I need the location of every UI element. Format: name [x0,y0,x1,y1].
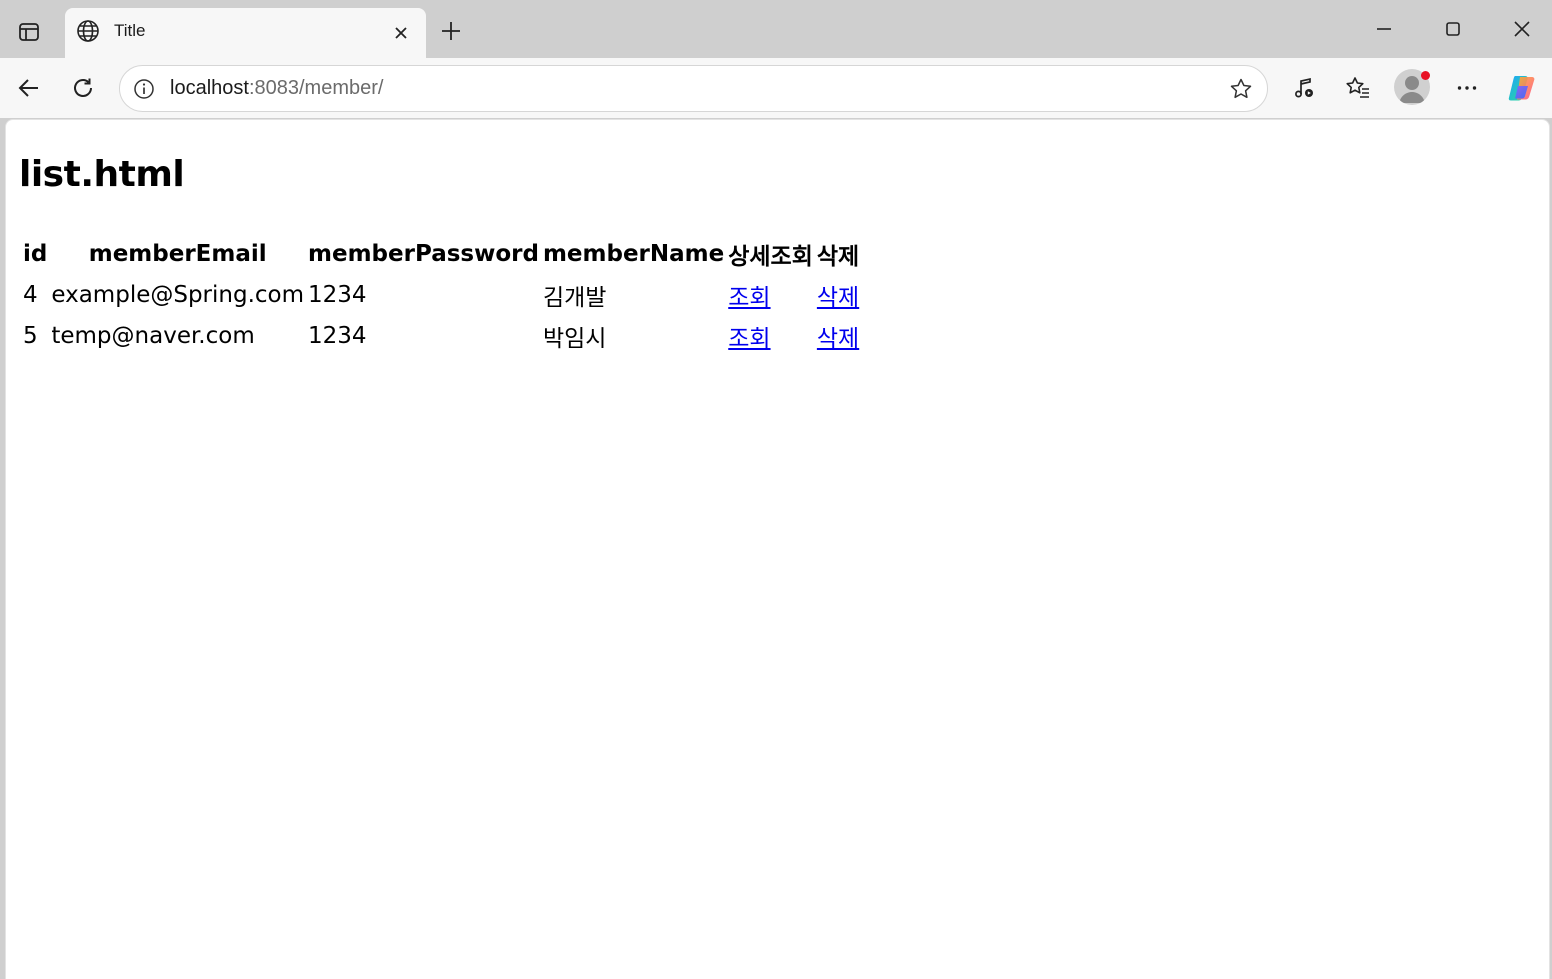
cell-name: 김개발 [542,284,607,311]
cell-name: 박임시 [542,325,607,352]
delete-link[interactable]: 삭제 [817,285,859,311]
url-host: localhost [170,77,249,99]
star-icon[interactable] [1227,75,1255,103]
info-icon[interactable] [130,75,158,103]
header-id: id [23,240,48,267]
detail-link[interactable]: 조회 [728,285,770,311]
cell-id: 4 [23,281,38,308]
maximize-icon[interactable] [1433,12,1473,46]
table-row: 5 temp@naver.com 1234 박임시 조회 삭제 [23,316,859,355]
header-detail: 상세조회 [728,243,813,270]
table-row: 4 example@Spring.com 1234 김개발 조회 삭제 [23,275,859,314]
cell-email: example@Spring.com [51,281,305,308]
globe-icon [75,18,101,44]
tab-active[interactable]: Title [65,8,426,58]
favorites-icon[interactable] [1340,70,1376,106]
cell-detail: 조회 [728,275,813,314]
delete-link[interactable]: 삭제 [817,326,859,352]
more-icon[interactable] [1449,70,1485,106]
url-path: :8083/member/ [248,77,384,99]
notification-dot [1421,71,1430,80]
header-delete: 삭제 [816,243,860,270]
cell-id: 5 [23,322,38,349]
table-header-row: id memberEmail memberPassword memberName… [23,234,859,273]
cell-password: 1234 [308,281,367,308]
new-tab-plus-icon[interactable] [436,16,466,46]
close-window-icon[interactable] [1502,12,1542,46]
close-tab-icon[interactable] [387,19,415,47]
tab-title: Title [114,21,146,40]
browser-toolbar: localhost:8083/member/ [0,58,1552,118]
header-member-email: memberEmail [88,240,267,267]
member-table: id memberEmail memberPassword memberName… [19,232,863,357]
address-bar[interactable]: localhost:8083/member/ [119,65,1268,112]
cell-delete: 삭제 [817,316,859,355]
cell-delete: 삭제 [817,275,859,314]
sidebar-toggle-icon[interactable] [10,14,48,50]
detail-link[interactable]: 조회 [728,326,770,352]
cell-detail: 조회 [728,316,813,355]
page-title: list.html [19,154,185,195]
back-arrow-icon[interactable] [11,70,47,106]
cell-email: temp@naver.com [51,322,255,349]
music-note-icon[interactable] [1286,70,1322,106]
url-text[interactable]: localhost:8083/member/ [170,77,383,100]
header-member-name: memberName [542,240,725,267]
refresh-icon[interactable] [65,70,101,106]
cell-password: 1234 [308,322,367,349]
header-member-password: memberPassword [308,240,539,267]
minimize-icon[interactable] [1364,12,1404,46]
copilot-icon[interactable] [1504,70,1540,106]
tab-strip: Title [0,0,1552,58]
page-viewport: list.html id memberEmail memberPassword … [5,119,1550,979]
